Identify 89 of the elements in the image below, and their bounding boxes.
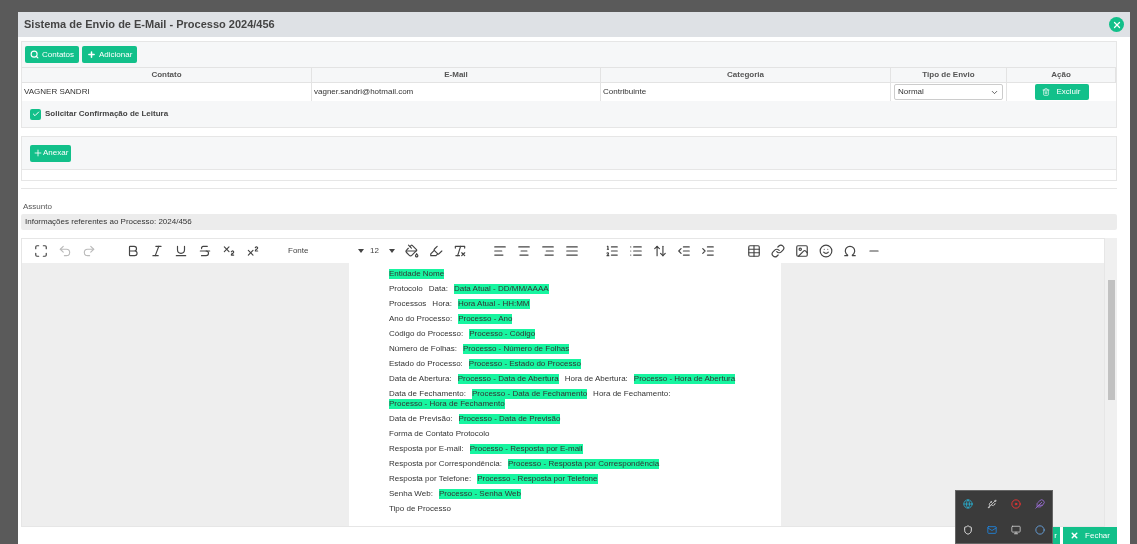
field-label: Data de Abertura: [389, 374, 452, 384]
field-label: Estado do Processo: [389, 359, 463, 369]
dialog-title: Sistema de Envio de E-Mail - Processo 2024/456 [24, 17, 275, 33]
field-label: Código do Processo: [389, 329, 464, 339]
clear-format-icon[interactable] [452, 244, 467, 258]
app-icon[interactable] [963, 499, 973, 509]
bullet-list-icon[interactable] [628, 244, 643, 258]
numbered-list-icon[interactable] [604, 244, 619, 258]
merge-field: Processo - Ano [458, 314, 513, 324]
indent-icon[interactable] [700, 244, 715, 258]
send-type-select[interactable]: Normal [894, 84, 1003, 100]
checkbox[interactable] [30, 108, 41, 120]
special-character-icon[interactable] [842, 244, 857, 258]
feather-icon[interactable] [1035, 499, 1045, 509]
align-right-icon[interactable] [540, 244, 555, 258]
field-label: Processos [389, 299, 427, 309]
align-center-icon[interactable] [516, 244, 531, 258]
monitor-icon[interactable] [1011, 525, 1021, 535]
merge-field: Processo - Hora de Abertura [633, 374, 736, 384]
merge-field: Processo - Número de Folhas [463, 344, 570, 354]
field-label: Senha Web: [389, 489, 433, 499]
size-select[interactable]: 12 [370, 245, 379, 257]
merge-field: Processo - Resposta por E-mail [469, 444, 583, 454]
merge-field: Processo - Data de Abertura [457, 374, 559, 384]
field-label: Hora: [432, 299, 452, 309]
search-icon [30, 50, 39, 59]
table-icon[interactable] [746, 244, 761, 258]
add-button[interactable]: Adicionar [82, 46, 138, 63]
field-label: Data de Previsão: [389, 414, 453, 424]
superscript-icon[interactable] [246, 244, 260, 258]
subject-label: Assunto [22, 201, 53, 213]
merge-field: Processo - Data de Fechamento [471, 389, 588, 399]
field-label: Hora de Fechamento: [593, 389, 671, 399]
merge-field: Processo - Resposta por Correspondência [507, 459, 660, 469]
close-icon [1111, 19, 1122, 30]
image-icon[interactable] [794, 244, 809, 258]
close-icon [1070, 531, 1080, 540]
plus-icon [33, 148, 43, 158]
text-color-icon[interactable] [404, 244, 419, 258]
field-label: Data: [428, 284, 448, 294]
align-justify-icon[interactable] [564, 244, 579, 258]
trash-icon [1042, 88, 1051, 96]
merge-field: Hora Atual - HH:MM [457, 299, 530, 309]
field-label: Forma de Contato Protocolo [389, 429, 490, 439]
delete-button[interactable]: Excluir [1034, 84, 1089, 100]
plus-icon [87, 50, 97, 59]
underline-icon[interactable] [174, 244, 188, 258]
field-label: Protocolo [389, 284, 423, 294]
usb-icon[interactable] [987, 499, 997, 509]
merge-field: Processo - Estado do Processo [468, 359, 581, 369]
merge-field: Processo - Hora de Fechamento [389, 399, 505, 409]
app-icon[interactable] [1035, 525, 1045, 535]
table-cell: Contribuinte [601, 82, 891, 101]
strikethrough-icon[interactable] [198, 244, 212, 258]
italic-icon[interactable] [150, 244, 164, 258]
fullscreen-icon[interactable] [34, 244, 48, 258]
caret-icon[interactable] [388, 249, 395, 253]
field-label: Ano do Processo: [389, 314, 453, 324]
contacts-button[interactable]: Contatos [25, 46, 80, 63]
highlighter-icon[interactable] [428, 244, 443, 258]
merge-field: Processo - Código [469, 329, 536, 339]
field-label: Número de Folhas: [389, 344, 458, 354]
close-dialog-button[interactable]: Fechar [1063, 527, 1117, 544]
bold-icon[interactable] [126, 244, 140, 258]
merge-field: Data Atual - DD/MM/AAAA [453, 284, 549, 294]
line-height-icon[interactable] [652, 244, 667, 258]
shield-icon[interactable] [963, 525, 973, 535]
attach-button[interactable]: Anexar [30, 144, 72, 162]
merge-field: Processo - Senha Web [438, 489, 521, 499]
outdent-icon[interactable] [676, 244, 691, 258]
emoji-icon[interactable] [818, 244, 833, 258]
merge-field: Entidade Nome [389, 269, 445, 279]
field-label: Resposta por Telefone: [389, 474, 472, 484]
caret-icon[interactable] [358, 249, 364, 253]
merge-field: Processo - Data de Previsão [458, 414, 561, 424]
table-cell: vagner.sandri@hotmail.com [312, 82, 601, 101]
field-label: Resposta por E-mail: [389, 444, 464, 454]
field-label: Tipo de Processo [389, 504, 451, 514]
field-label: Hora de Abertura: [564, 374, 628, 384]
subscript-icon[interactable] [222, 244, 236, 258]
checkbox-label: Solicitar Confirmação de Leitura [45, 108, 169, 120]
align-left-icon[interactable] [492, 244, 507, 258]
field-label: Resposta por Correspondência: [389, 459, 502, 469]
font-select[interactable]: Fonte [288, 245, 348, 257]
merge-field: Processo - Resposta por Telefone [477, 474, 598, 484]
subject-field[interactable]: Informações referentes ao Processo: 2024/456 [21, 214, 1117, 230]
table-cell: VAGNER SANDRI [22, 82, 312, 101]
link-icon[interactable] [770, 244, 785, 258]
field-label: Data de Fechamento: [389, 389, 466, 399]
